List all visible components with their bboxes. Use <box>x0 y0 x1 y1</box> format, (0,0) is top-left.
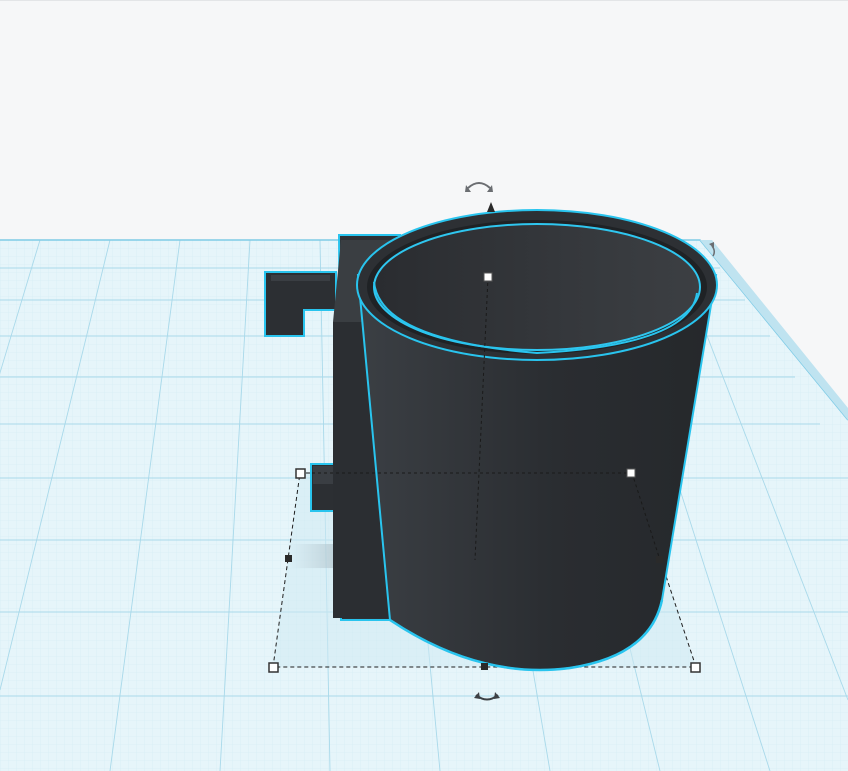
corner-handle-front-left[interactable] <box>268 662 279 673</box>
center-top-handle[interactable] <box>483 272 493 282</box>
3d-viewport[interactable] <box>0 0 848 771</box>
corner-handle-front-right[interactable] <box>690 662 701 673</box>
side-handle-right[interactable] <box>656 556 663 563</box>
corner-handle-back-right[interactable] <box>626 468 636 478</box>
corner-handle-back-left[interactable] <box>295 468 306 479</box>
rotate-arrow-icon[interactable] <box>465 182 493 192</box>
side-handle-front[interactable] <box>481 663 488 670</box>
side-handle-left[interactable] <box>285 555 292 562</box>
cone-arrow-icon[interactable] <box>487 202 495 212</box>
scene[interactable] <box>0 0 848 771</box>
